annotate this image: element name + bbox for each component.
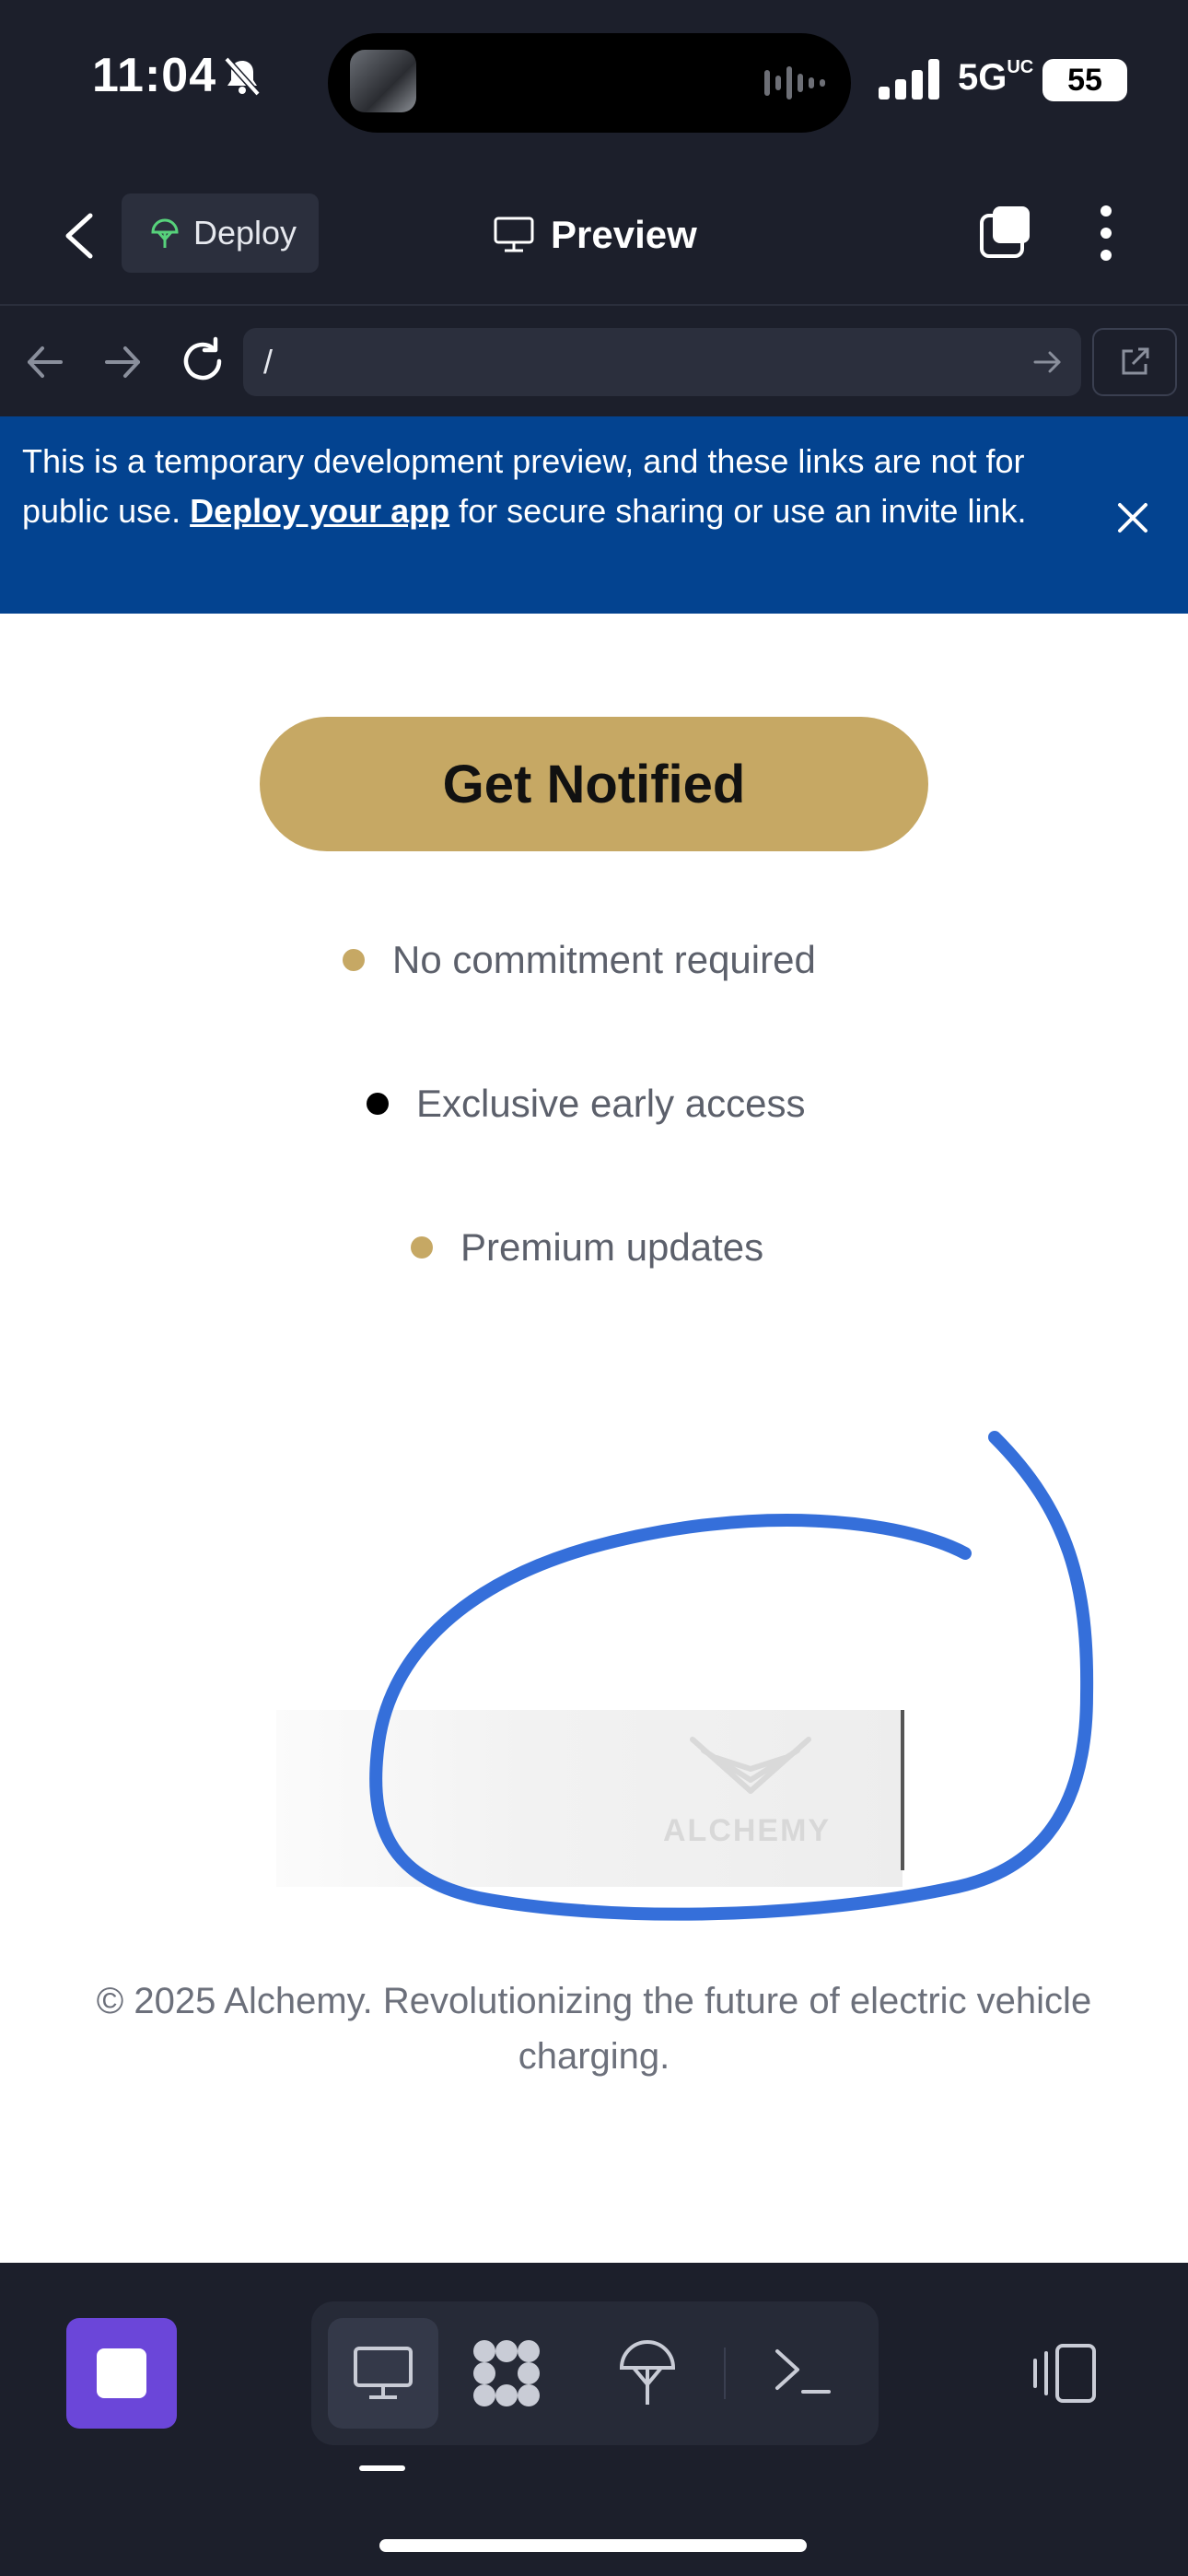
device-toggle-icon[interactable] [1030,2340,1100,2406]
silent-bell-icon [224,56,261,97]
deploy-label: Deploy [193,214,297,252]
reload-icon[interactable] [177,335,228,387]
open-external-button[interactable] [1092,328,1177,396]
deploy-button[interactable]: Deploy [122,193,319,273]
go-arrow-icon[interactable] [1031,346,1063,378]
deploy-icon [151,218,179,248]
preview-title-label: Preview [551,213,697,256]
bullet-label: No commitment required [392,938,816,981]
active-tool-indicator [359,2465,405,2471]
close-icon[interactable] [1112,498,1153,538]
bullet-label: Exclusive early access [416,1082,806,1125]
arrow-left-icon[interactable] [22,339,68,385]
network-label: 5GUC [958,57,1034,98]
preview-title: Preview [494,203,697,267]
get-notified-button[interactable]: Get Notified [260,717,928,851]
feature-bullet: No commitment required [343,938,816,982]
deploy-app-link[interactable]: Deploy your app [190,492,449,530]
status-time: 11:04 [92,49,217,102]
more-menu-icon[interactable] [1092,205,1120,262]
signal-icon [879,59,939,100]
audio-wave-icon [764,66,825,100]
toolbar-divider [724,2348,726,2399]
back-chevron-icon[interactable] [57,210,101,262]
now-playing-thumbnail [350,50,416,112]
monitor-icon [354,2347,413,2399]
banner-message: This is a temporary development preview,… [22,442,1027,530]
battery-indicator: 55 [1042,59,1127,101]
terminal-icon[interactable] [772,2336,833,2401]
bullet-dot [367,1093,389,1115]
bullet-label: Premium updates [460,1225,764,1269]
feature-bullet: Exclusive early access [367,1082,805,1126]
footer-copyright: © 2025 Alchemy. Revolutionizing the futu… [96,1981,1092,2077]
arrow-right-icon[interactable] [99,339,146,385]
monitor-icon [494,217,534,252]
text-cursor [901,1710,904,1870]
logo-wordmark: ALCHEMY [663,1813,832,1848]
tool-preview-button[interactable] [328,2318,438,2429]
stop-button[interactable] [66,2318,177,2429]
wings-logo-icon [690,1737,811,1794]
bullet-dot [343,949,365,971]
apps-grid-icon[interactable] [470,2336,543,2410]
external-link-icon [1122,347,1149,375]
stop-icon [97,2348,146,2398]
home-indicator [379,2539,807,2552]
tabs-icon[interactable] [978,205,1033,260]
feature-bullet: Premium updates [411,1225,763,1270]
url-input[interactable]: / [243,328,1081,396]
deploy-icon[interactable] [615,2336,680,2410]
bullet-dot [411,1236,433,1259]
